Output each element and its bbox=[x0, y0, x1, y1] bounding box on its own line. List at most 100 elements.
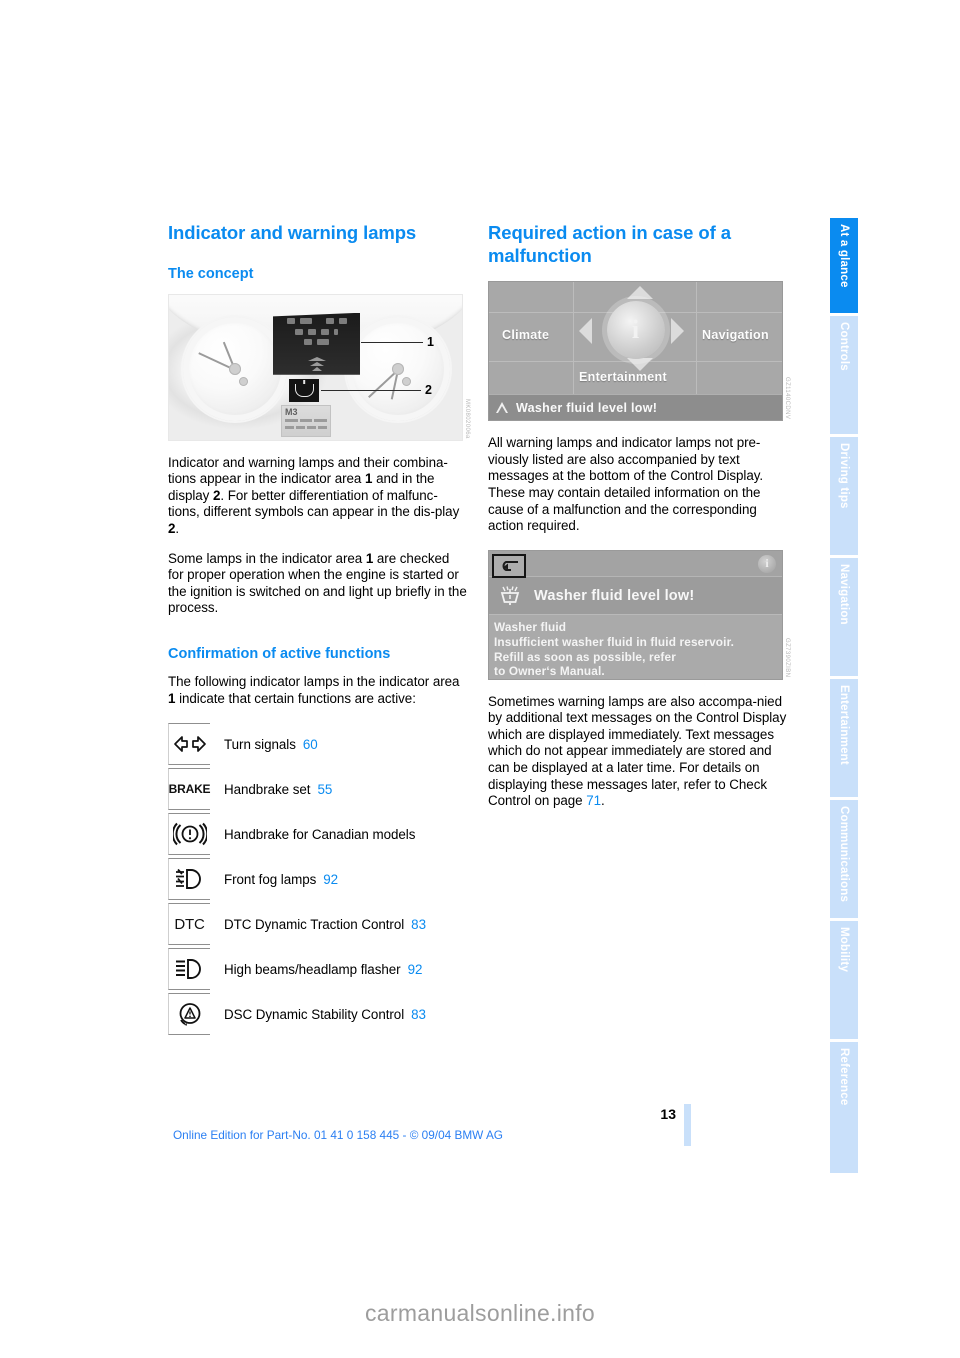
lamp-dot-icon bbox=[304, 338, 312, 345]
indicator-symbol-label: Handbrake for Canadian models bbox=[224, 826, 416, 842]
text: Some lamps in the indicator area bbox=[168, 550, 366, 566]
lamp-dot-icon bbox=[338, 317, 347, 324]
heading-required-action: Required action in case of a malfunction bbox=[488, 222, 788, 267]
lamp-dot-icon bbox=[299, 317, 312, 324]
front-fog-lamp-icon bbox=[168, 858, 210, 901]
warning-triangle-icon bbox=[496, 402, 509, 414]
section-tab-mobility[interactable]: Mobility bbox=[830, 921, 858, 1039]
info-glyph: i bbox=[631, 315, 640, 345]
info-button[interactable]: i bbox=[758, 554, 776, 573]
page-reference[interactable]: 83 bbox=[411, 917, 426, 932]
lcd-bars bbox=[282, 424, 330, 431]
section-tab-reference[interactable]: Reference bbox=[830, 1042, 858, 1173]
idrive-menu-climate[interactable]: Climate bbox=[502, 328, 549, 342]
figure-caption-id: MK0802006a bbox=[464, 398, 470, 439]
page-number: 13 bbox=[660, 1106, 676, 1122]
page-reference[interactable]: 60 bbox=[303, 737, 318, 752]
tachometer-dial bbox=[346, 316, 450, 421]
instrument-cluster-image: M3 1 2 bbox=[168, 293, 463, 441]
section-tab-label: Navigation bbox=[838, 564, 850, 625]
check-control-detail-line: Insufficient washer fluid in fluid reser… bbox=[494, 634, 735, 649]
idrive-status-bar: Washer fluid level low! bbox=[489, 394, 782, 421]
needle-hub bbox=[229, 362, 241, 375]
text: . bbox=[175, 521, 180, 537]
washer-fluid-icon bbox=[294, 383, 314, 397]
section-tab-label: At a glance bbox=[838, 224, 850, 288]
figure-caption-id: GZ7390ZIBN bbox=[784, 638, 790, 678]
section-tab-label: Reference bbox=[838, 1048, 850, 1106]
indicator-symbol-table: Turn signals 60 BRAKE Handbrake set 55 Handbr… bbox=[168, 723, 468, 1036]
section-tab-label: Communications bbox=[838, 806, 850, 903]
turn-signals-icon bbox=[168, 723, 210, 766]
speedometer-dial bbox=[183, 316, 287, 421]
indicator-symbol-row: BRAKE Handbrake set 55 bbox=[168, 768, 468, 811]
dsc-icon bbox=[168, 993, 210, 1036]
needle-hub bbox=[392, 362, 404, 375]
idrive-info-knob[interactable]: i bbox=[606, 301, 665, 360]
section-tab-label: Entertainment bbox=[838, 685, 850, 765]
text: . bbox=[601, 793, 605, 809]
check-control-detail-line: Washer fluid bbox=[494, 620, 567, 635]
arrow-down-icon bbox=[627, 358, 653, 372]
indicator-symbol-row: DTC DTC Dynamic Traction Control 83 bbox=[168, 903, 468, 946]
figure-check-control-message: i Washer fluid level low! Washer fluid I… bbox=[488, 549, 790, 680]
page-reference[interactable]: 92 bbox=[408, 962, 423, 977]
lcd-bars bbox=[282, 417, 330, 424]
washer-fluid-icon bbox=[495, 584, 525, 608]
indicator-symbol-row: Front fog lamps 92 bbox=[168, 858, 468, 901]
lcd-model-label: M3 bbox=[285, 406, 298, 417]
indicator-symbol-row: Turn signals 60 bbox=[168, 723, 468, 766]
indicator-symbol-text: Handbrake set 55 bbox=[210, 768, 468, 810]
section-tab-entertainment[interactable]: Entertainment bbox=[830, 679, 858, 797]
indicator-symbol-row: High beams/headlamp flasher 92 bbox=[168, 948, 468, 991]
onboard-computer-lcd: M3 bbox=[281, 404, 331, 437]
indicator-symbol-label: High beams/headlamp flasher bbox=[224, 961, 401, 977]
manual-page: At a glance Controls Driving tips Navigatio… bbox=[0, 0, 960, 1358]
check-control-detail-line: Refill as soon as possible, refer bbox=[494, 649, 676, 664]
section-tab-controls[interactable]: Controls bbox=[830, 316, 858, 434]
dtc-icon: DTC bbox=[168, 903, 210, 946]
info-glyph: i bbox=[765, 556, 769, 571]
arrow-up-icon bbox=[627, 286, 653, 300]
page-edge-marker bbox=[684, 1104, 691, 1146]
section-tab-driving-tips[interactable]: Driving tips bbox=[830, 437, 858, 555]
callout-number-2: 2 bbox=[425, 382, 432, 397]
text: Sometimes warning lamps are also accompa… bbox=[488, 693, 787, 809]
page-reference[interactable]: 92 bbox=[323, 872, 338, 887]
lamp-dot-icon bbox=[321, 328, 329, 335]
edition-line: Online Edition for Part-No. 01 41 0 158 … bbox=[172, 1128, 503, 1142]
idrive-menu-entertainment[interactable]: Entertainment bbox=[579, 370, 667, 384]
page-reference[interactable]: 55 bbox=[317, 782, 332, 797]
section-tab-communications[interactable]: Communications bbox=[830, 800, 858, 918]
indicator-symbol-label: Front fog lamps bbox=[224, 871, 317, 887]
indicator-symbol-row: DSC Dynamic Stability Control 83 bbox=[168, 993, 468, 1036]
check-control-message-image: i Washer fluid level low! Washer fluid I… bbox=[488, 549, 783, 680]
check-control-headline-row: Washer fluid level low! bbox=[489, 577, 782, 616]
brake-icon: BRAKE bbox=[168, 768, 211, 811]
indicator-symbol-text: Front fog lamps 92 bbox=[210, 858, 468, 900]
needle-hub-small bbox=[402, 377, 412, 387]
indicator-symbol-row: Handbrake for Canadian models bbox=[168, 813, 468, 856]
lamp-row bbox=[273, 335, 360, 345]
indicator-symbol-text: High beams/headlamp flasher 92 bbox=[210, 948, 468, 990]
page-reference[interactable]: 71 bbox=[586, 793, 601, 808]
section-tab-navigation[interactable]: Navigation bbox=[830, 558, 858, 676]
indicator-symbol-text: Handbrake for Canadian models bbox=[210, 813, 468, 855]
check-control-headline: Washer fluid level low! bbox=[534, 587, 695, 604]
callout-leader-1 bbox=[361, 341, 423, 343]
callout-number-1: 1 bbox=[427, 334, 434, 349]
figure-caption-id: GZ1140CDNV bbox=[784, 376, 790, 420]
back-button[interactable] bbox=[492, 553, 526, 578]
left-column: Indicator and warning lamps The concept bbox=[168, 222, 470, 1038]
indicator-symbol-label: Turn signals bbox=[224, 736, 296, 752]
arrow-right-icon bbox=[671, 318, 684, 345]
dtc-text-glyph: DTC bbox=[174, 915, 205, 933]
page-reference[interactable]: 83 bbox=[411, 1007, 426, 1022]
idrive-menu-navigation[interactable]: Navigation bbox=[702, 328, 769, 342]
section-tab-at-a-glance[interactable]: At a glance bbox=[830, 218, 858, 313]
indicator-lamp-panel bbox=[273, 312, 360, 375]
needle-hub-small bbox=[239, 377, 249, 387]
paragraph-concept-2: Some lamps in the indicator area 1 are c… bbox=[168, 551, 468, 617]
section-tab-label: Controls bbox=[838, 322, 850, 371]
handbrake-canada-icon bbox=[168, 813, 210, 856]
